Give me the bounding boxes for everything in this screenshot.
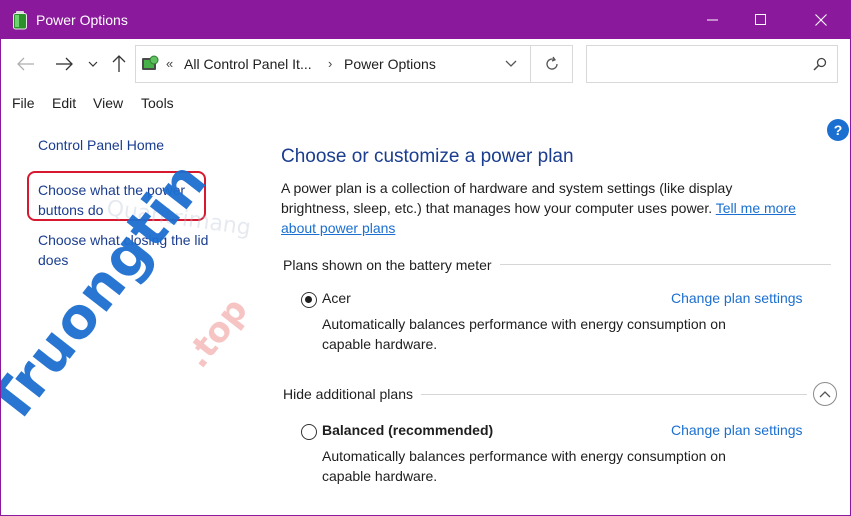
collapse-plans-button[interactable] [813, 382, 837, 406]
crumb-separator[interactable]: › [328, 56, 332, 71]
about-power-plans-link[interactable]: about power plans [281, 220, 395, 236]
menu-edit[interactable]: Edit [52, 95, 76, 111]
page-description: A power plan is a collection of hardware… [281, 178, 841, 238]
page-title: Choose or customize a power plan [281, 146, 574, 167]
arrow-right-icon [56, 57, 73, 71]
tell-me-more-link[interactable]: Tell me more [716, 200, 796, 216]
minimize-button[interactable] [690, 1, 736, 39]
maximize-icon [755, 14, 766, 25]
watermark-tld: .top [177, 290, 256, 376]
search-box[interactable] [586, 45, 838, 83]
control-panel-home-link[interactable]: Control Panel Home [38, 135, 164, 155]
recent-locations-button[interactable] [85, 53, 101, 75]
description-line2-text: brightness, sleep, etc.) that manages ho… [281, 200, 713, 216]
menu-view[interactable]: View [93, 95, 123, 111]
address-bar[interactable]: « All Control Panel It... › Power Option… [135, 45, 531, 83]
crumb-all-control-panel[interactable]: All Control Panel It... [184, 56, 312, 72]
close-button[interactable] [798, 1, 844, 39]
close-icon [815, 14, 827, 26]
refresh-icon [545, 56, 558, 70]
plan-acer-radio[interactable] [301, 292, 317, 308]
description-line3: about power plans [281, 218, 841, 238]
maximize-button[interactable] [738, 1, 784, 39]
window-title: Power Options [36, 12, 128, 28]
menu-tools[interactable]: Tools [141, 95, 174, 111]
search-icon[interactable] [813, 57, 827, 71]
crumb-power-options[interactable]: Power Options [344, 56, 436, 72]
menu-file[interactable]: File [12, 95, 35, 111]
plan-acer-name[interactable]: Acer [322, 290, 351, 306]
plan-acer-desc-line1: Automatically balances performance with … [322, 316, 726, 332]
minimize-icon [707, 19, 718, 21]
menu-bar: File Edit View Tools [1, 90, 850, 116]
help-button[interactable]: ? [827, 119, 849, 141]
forward-button[interactable] [53, 53, 75, 75]
title-bar: Power Options [1, 1, 850, 39]
control-panel-icon [142, 55, 159, 70]
chevron-down-icon [88, 61, 98, 67]
up-button[interactable] [108, 53, 130, 75]
plan-balanced-name[interactable]: Balanced (recommended) [322, 422, 493, 438]
arrow-left-icon [17, 57, 34, 71]
power-options-window: Power Options « All Control Panel It... … [0, 0, 851, 516]
chevron-up-icon [819, 391, 831, 398]
description-line1: A power plan is a collection of hardware… [281, 180, 733, 196]
plan-balanced-description: Automatically balances performance with … [322, 446, 782, 486]
description-line2: brightness, sleep, etc.) that manages ho… [281, 198, 841, 218]
plan-acer-description: Automatically balances performance with … [322, 314, 782, 354]
search-input[interactable] [593, 54, 803, 74]
address-overflow[interactable]: « [166, 56, 173, 71]
plan-acer-desc-line2: capable hardware. [322, 336, 438, 352]
plan-balanced-radio[interactable] [301, 424, 317, 440]
plan-balanced-desc-line2: capable hardware. [322, 468, 438, 484]
address-dropdown-icon[interactable] [505, 60, 517, 68]
refresh-button[interactable] [531, 45, 573, 83]
back-button[interactable] [15, 53, 37, 75]
plan-balanced-change-settings-link[interactable]: Change plan settings [671, 422, 803, 438]
battery-app-icon [13, 11, 27, 30]
plan-acer-change-settings-link[interactable]: Change plan settings [671, 290, 803, 306]
arrow-up-icon [112, 55, 126, 72]
hide-plans-label[interactable]: Hide additional plans [283, 386, 421, 402]
battery-section-label: Plans shown on the battery meter [283, 257, 500, 273]
plan-balanced-desc-line1: Automatically balances performance with … [322, 448, 726, 464]
